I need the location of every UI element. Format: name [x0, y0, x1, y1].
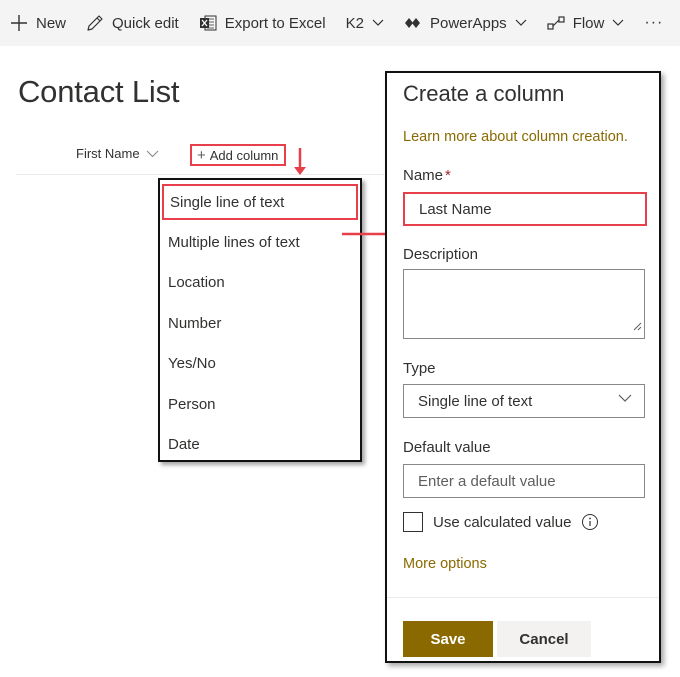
flow-icon	[547, 14, 565, 32]
menu-item-person[interactable]: Person	[168, 393, 216, 415]
calculated-value-label: Use calculated value	[433, 513, 572, 531]
default-value-placeholder: Enter a default value	[418, 472, 556, 490]
new-button[interactable]: New	[0, 0, 74, 46]
create-column-panel: Create a column Learn more about column …	[385, 71, 661, 663]
panel-title: Create a column	[403, 81, 565, 106]
column-header-label: First Name	[76, 146, 140, 161]
name-label: Name *	[403, 167, 451, 184]
menu-item-single-line-of-text[interactable]: Single line of text	[162, 184, 358, 220]
menu-item-date[interactable]: Date	[168, 433, 200, 455]
info-icon[interactable]	[581, 513, 599, 531]
more-options-link[interactable]: More options	[403, 556, 487, 572]
learn-more-link[interactable]: Learn more about column creation.	[403, 129, 628, 145]
chevron-down-icon	[612, 19, 624, 27]
add-column-menu: Single line of text Multiple lines of te…	[158, 178, 362, 462]
k2-menu[interactable]: K2	[334, 0, 392, 46]
command-bar: New Quick edit Export to Excel K2 PowerA…	[0, 0, 680, 46]
powerapps-label: PowerApps	[429, 14, 507, 32]
new-button-label: New	[36, 14, 67, 32]
page-title: Contact List	[18, 74, 180, 109]
name-input[interactable]: Last Name	[403, 192, 647, 226]
more-button[interactable]: ···	[636, 0, 671, 46]
menu-item-location[interactable]: Location	[168, 271, 225, 293]
flow-label: Flow	[572, 14, 605, 32]
powerapps-menu[interactable]: PowerApps	[392, 0, 535, 46]
plus-icon: +	[197, 146, 206, 164]
add-column-button[interactable]: + Add column	[190, 144, 287, 166]
powerapps-icon	[404, 14, 422, 32]
description-field[interactable]	[403, 269, 645, 339]
default-value-label: Default value	[403, 439, 491, 456]
type-select-value: Single line of text	[418, 392, 533, 410]
add-column-label: Add column	[209, 147, 279, 163]
resize-grip-icon[interactable]	[633, 318, 642, 336]
k2-label: K2	[345, 14, 364, 32]
flow-menu[interactable]: Flow	[535, 0, 633, 46]
default-value-input[interactable]: Enter a default value	[403, 464, 645, 498]
quick-edit-button[interactable]: Quick edit	[74, 0, 187, 46]
list-header-divider	[16, 174, 384, 175]
chevron-down-icon	[372, 19, 384, 27]
column-header-first-name[interactable]: First Name	[76, 146, 159, 161]
panel-footer-divider	[387, 597, 659, 598]
description-label: Description	[403, 246, 479, 263]
chevron-down-icon	[146, 150, 159, 158]
name-label-text: Name	[403, 167, 444, 184]
type-label: Type	[403, 360, 436, 377]
chevron-down-icon	[515, 19, 527, 27]
calculated-value-row: Use calculated value	[403, 512, 599, 532]
type-select[interactable]: Single line of text	[403, 384, 645, 418]
menu-item-yes-no[interactable]: Yes/No	[168, 352, 216, 374]
quick-edit-label: Quick edit	[112, 14, 179, 32]
excel-icon	[199, 14, 217, 32]
pencil-icon	[86, 14, 104, 32]
export-to-excel-button[interactable]: Export to Excel	[187, 0, 334, 46]
calculated-value-checkbox[interactable]	[403, 512, 423, 532]
name-input-value: Last Name	[419, 200, 492, 218]
required-mark: *	[445, 167, 451, 184]
red-arrow-icon	[294, 148, 306, 175]
plus-icon	[10, 14, 28, 32]
cancel-button[interactable]: Cancel	[497, 621, 591, 657]
export-label: Export to Excel	[224, 14, 326, 32]
save-button[interactable]: Save	[403, 621, 493, 657]
menu-item-multiple-lines-of-text[interactable]: Multiple lines of text	[168, 231, 300, 253]
menu-item-number[interactable]: Number	[168, 312, 221, 334]
chevron-down-icon	[618, 394, 632, 403]
